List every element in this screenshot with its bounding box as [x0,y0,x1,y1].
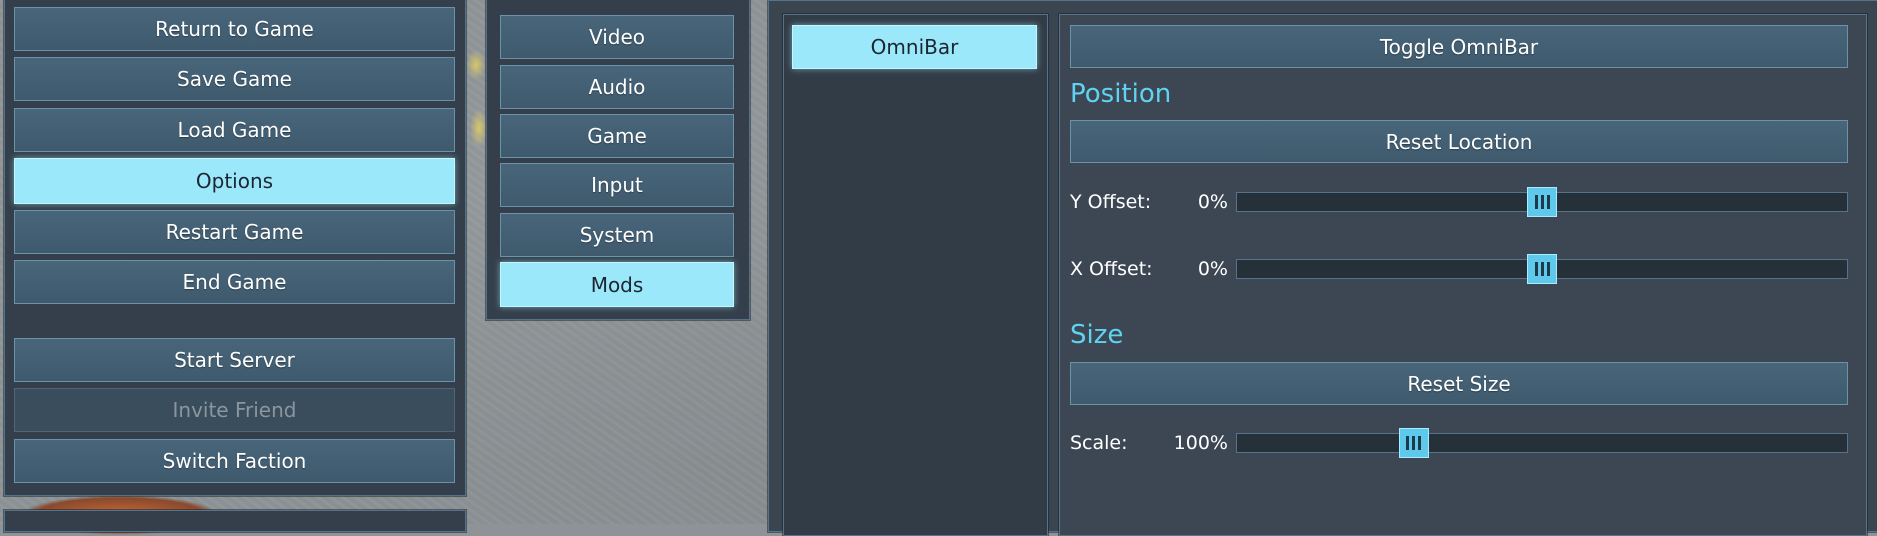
x-offset-slider-handle[interactable] [1527,254,1557,284]
y-offset-value: 0% [1197,191,1228,213]
tab-system[interactable]: System [500,213,734,257]
scale-slider-handle[interactable] [1398,428,1429,458]
y-offset-slider-handle[interactable] [1527,187,1557,217]
background-decor [466,50,486,80]
return-to-game-button[interactable]: Return to Game [14,7,455,51]
x-offset-label: X Offset: [1070,258,1153,280]
options-button[interactable]: Options [14,158,455,204]
scale-label: Scale: [1070,432,1128,454]
reset-size-button[interactable]: Reset Size [1070,362,1848,405]
tab-input[interactable]: Input [500,163,734,207]
reset-location-button[interactable]: Reset Location [1070,120,1848,163]
scale-slider[interactable] [1236,428,1848,458]
start-server-button[interactable]: Start Server [14,338,455,382]
toggle-omnibar-button[interactable]: Toggle OmniBar [1070,25,1848,68]
scale-value: 100% [1173,432,1228,454]
mod-item-omnibar[interactable]: OmniBar [792,25,1037,69]
x-offset-value: 0% [1197,258,1228,280]
mods-list-panel [783,14,1048,536]
end-game-button[interactable]: End Game [14,260,455,304]
tab-mods[interactable]: Mods [500,262,734,307]
tab-video[interactable]: Video [500,15,734,59]
load-game-button[interactable]: Load Game [14,108,455,152]
restart-game-button[interactable]: Restart Game [14,210,455,254]
bottom-bar-panel [4,510,466,532]
y-offset-label: Y Offset: [1070,191,1152,213]
save-game-button[interactable]: Save Game [14,57,455,101]
x-offset-slider[interactable] [1236,254,1848,284]
tab-audio[interactable]: Audio [500,65,734,109]
size-section-title: Size [1070,320,1124,350]
tab-game[interactable]: Game [500,114,734,158]
y-offset-slider[interactable] [1236,187,1848,217]
switch-faction-button[interactable]: Switch Faction [14,439,455,483]
invite-friend-button: Invite Friend [14,388,455,432]
position-section-title: Position [1070,79,1172,109]
